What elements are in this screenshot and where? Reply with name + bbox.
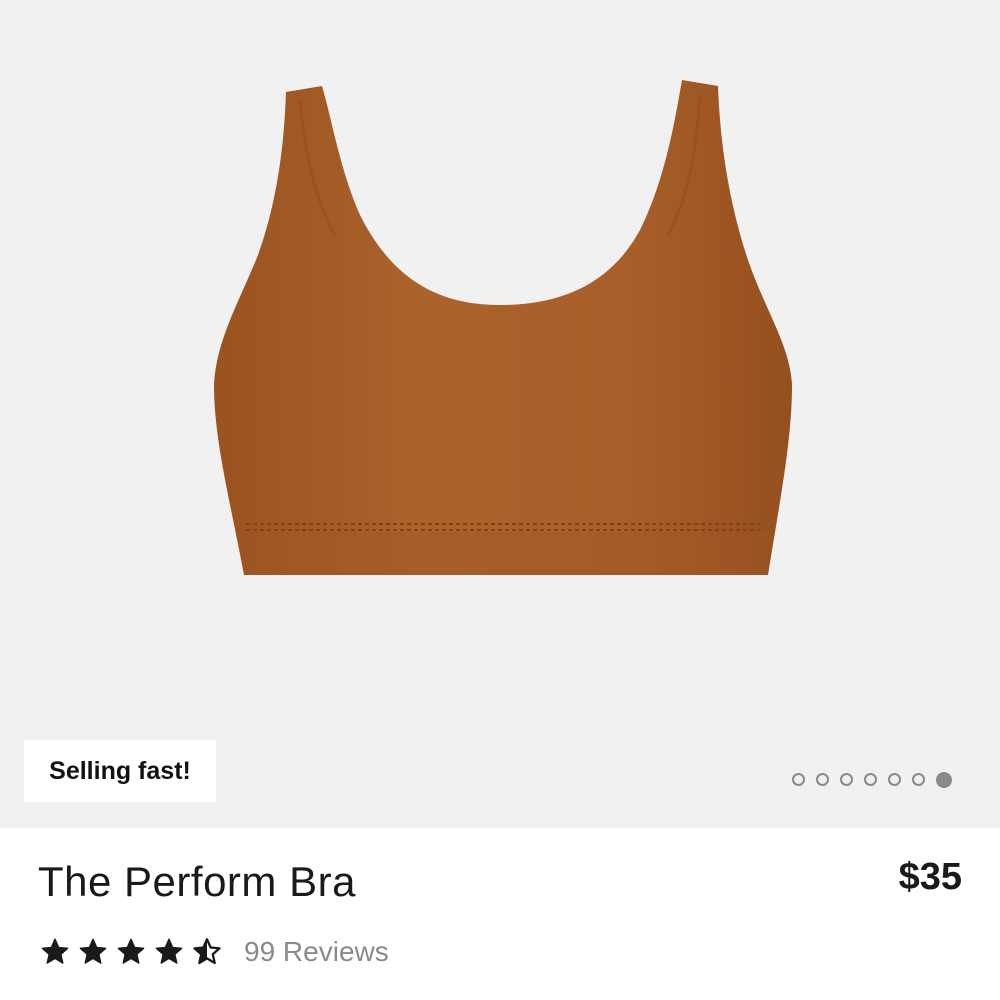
product-image-carousel[interactable]: Selling fast! — [0, 0, 1000, 828]
product-card[interactable]: Selling fast! The Perform Bra $35 99 Rev… — [0, 0, 1000, 1000]
rating-stars — [40, 937, 222, 967]
carousel-dot[interactable] — [792, 773, 805, 786]
product-rating[interactable]: 99 Reviews — [40, 936, 389, 968]
carousel-dot[interactable] — [840, 773, 853, 786]
product-image — [214, 80, 792, 575]
product-title[interactable]: The Perform Bra — [38, 858, 356, 906]
carousel-dot[interactable] — [864, 773, 877, 786]
carousel-dot[interactable] — [936, 771, 952, 788]
star-icon — [117, 938, 145, 964]
star-icon — [41, 938, 69, 964]
star-icon — [155, 938, 183, 964]
reviews-link[interactable]: 99 Reviews — [244, 936, 389, 968]
carousel-indicators[interactable] — [792, 771, 952, 788]
bra-body — [214, 80, 792, 575]
carousel-dot[interactable] — [816, 773, 829, 786]
half-star-icon — [193, 938, 221, 965]
selling-fast-badge: Selling fast! — [24, 740, 216, 802]
carousel-dot[interactable] — [912, 773, 925, 786]
product-price: $35 — [898, 856, 962, 898]
product-info: The Perform Bra $35 99 Reviews — [0, 828, 1000, 1000]
carousel-dot[interactable] — [888, 773, 901, 786]
star-icon — [79, 938, 107, 964]
